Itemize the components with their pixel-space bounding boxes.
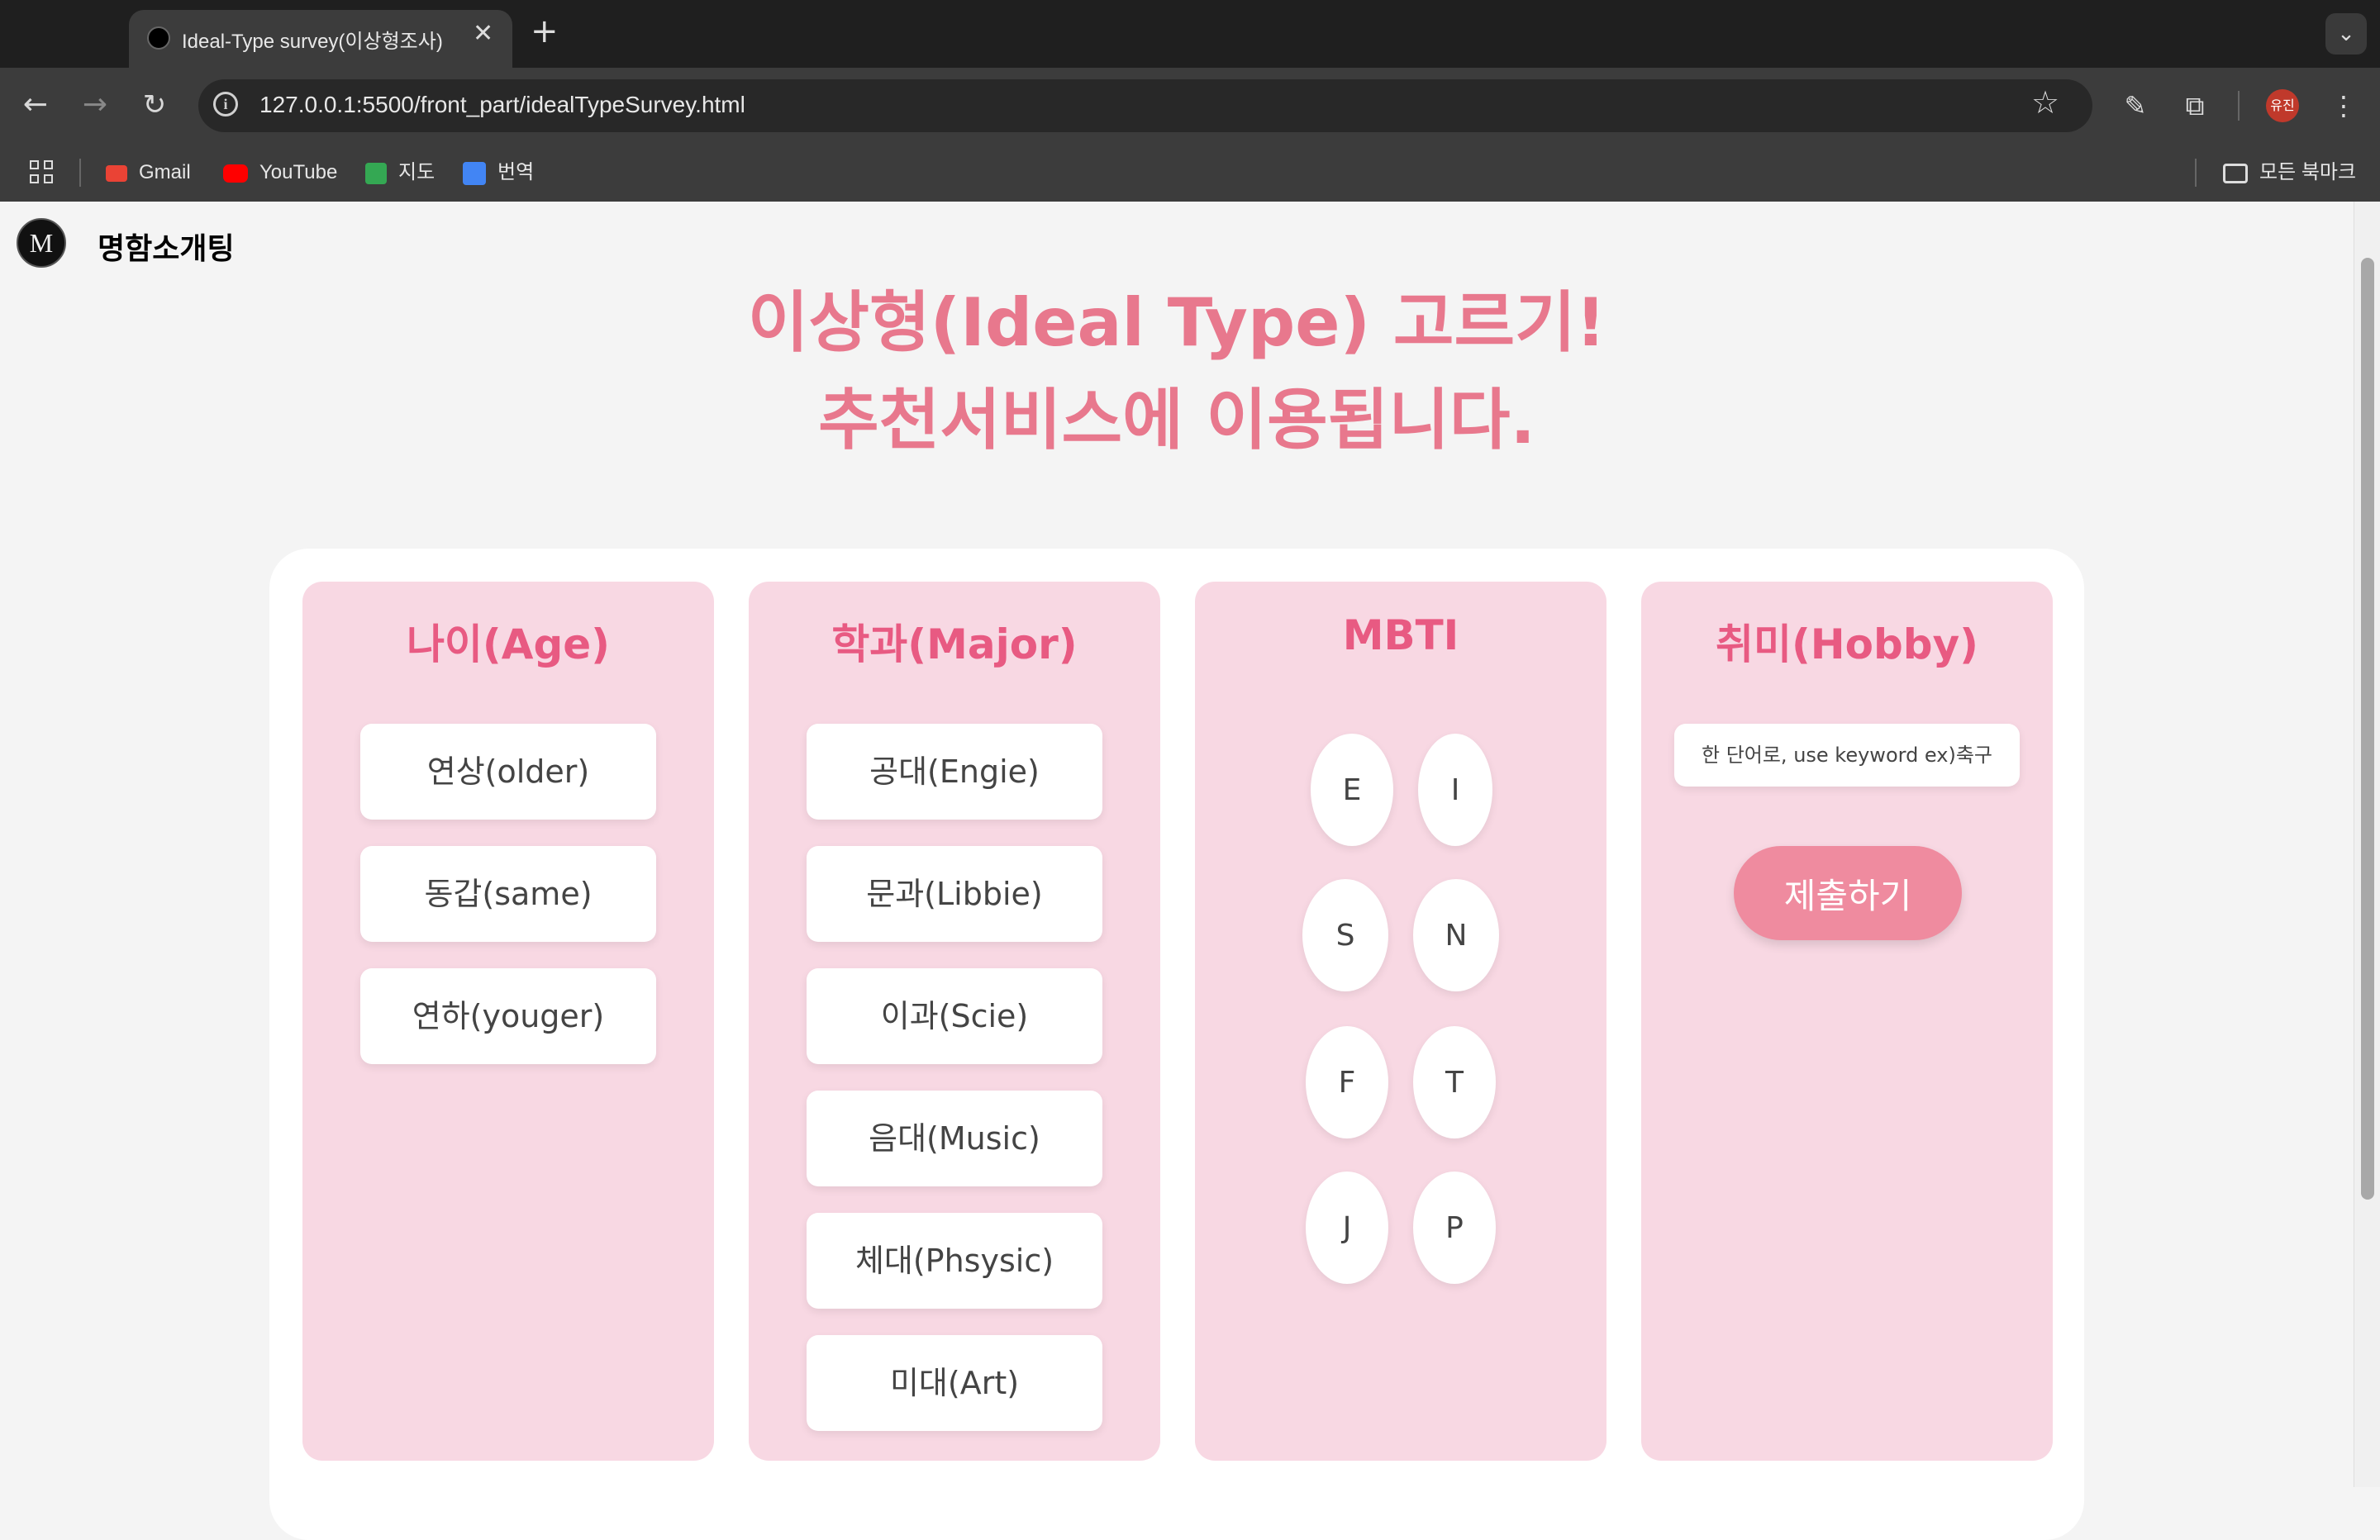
site-favicon-icon [147,26,170,50]
bookmark-youtube[interactable]: YouTube [223,157,337,188]
mbti-option-s[interactable]: S [1302,879,1388,991]
active-tab[interactable]: Ideal-Type survey(이상형조사) ✕ [129,10,512,68]
back-button[interactable]: ← [17,86,55,124]
headline-line-1: 이상형(Ideal Type) 고르기! [747,284,1606,361]
all-bookmarks[interactable]: 모든 북마크 [2223,157,2356,188]
reload-button[interactable]: ↻ [136,86,174,124]
hobby-keyword-input[interactable] [1674,724,2020,787]
age-option-same[interactable]: 동갑(same) [360,846,656,942]
brand-logo[interactable]: M [17,218,66,268]
major-option-liberal-arts[interactable]: 문과(Libbie) [807,846,1102,942]
bookmarks-divider [79,159,81,187]
hobby-title: 취미(Hobby) [1715,620,1979,668]
page-scrollbar[interactable] [2354,202,2380,1487]
mbti-option-p[interactable]: P [1413,1172,1496,1284]
mbti-option-i[interactable]: I [1418,734,1492,846]
apps-grid-icon[interactable] [30,160,55,185]
url-text[interactable]: 127.0.0.1:5500/front_part/idealTypeSurve… [259,92,745,118]
mbti-option-t[interactable]: T [1413,1026,1496,1138]
eyedropper-icon[interactable]: ✎ [2119,89,2152,122]
mbti-option-n[interactable]: N [1413,879,1499,991]
youtube-icon [223,164,248,183]
mbti-option-j[interactable]: J [1306,1172,1388,1284]
forward-button[interactable]: → [76,86,114,124]
address-bar[interactable]: i 127.0.0.1:5500/front_part/idealTypeSur… [198,79,2092,132]
major-option-music[interactable]: 음대(Music) [807,1091,1102,1186]
major-title: 학과(Major) [831,620,1078,668]
bookmarks-divider-right [2195,159,2197,187]
age-column: 나이(Age) 연상(older) 동갑(same) 연하(youger) [302,582,714,1461]
maps-icon [365,162,387,184]
page-viewport: M 명함소개팅 이상형(Ideal Type) 고르기! 추천서비스에 이용됩니… [0,202,2354,1540]
bookmark-maps[interactable]: 지도 [365,157,435,188]
gmail-icon [106,164,127,182]
mbti-option-f[interactable]: F [1306,1026,1388,1138]
brand-name: 명함소개팅 [98,232,235,266]
submit-button[interactable]: 제출하기 [1734,846,1962,940]
profile-avatar[interactable]: 유진 [2266,89,2299,122]
browser-tab-bar: Ideal-Type survey(이상형조사) ✕ + ⌄ [0,0,2380,68]
survey-card: 나이(Age) 연상(older) 동갑(same) 연하(youger) 학과… [269,549,2084,1540]
age-title: 나이(Age) [406,620,611,668]
browser-toolbar: ← → ↻ i 127.0.0.1:5500/front_part/idealT… [0,68,2380,144]
extensions-puzzle-icon[interactable]: ⧉ [2178,89,2211,122]
major-option-art[interactable]: 미대(Art) [807,1335,1102,1431]
major-option-engineering[interactable]: 공대(Engie) [807,724,1102,820]
toolbar-divider [2238,91,2240,121]
folder-icon [2223,163,2248,183]
mbti-title: MBTI [1342,611,1459,659]
age-option-younger[interactable]: 연하(youger) [360,968,656,1064]
bookmark-translate[interactable]: 번역 [463,157,534,188]
hobby-column: 취미(Hobby) 제출하기 [1641,582,2053,1461]
close-tab-icon[interactable]: ✕ [473,21,493,46]
scrollbar-thumb[interactable] [2361,258,2374,1200]
major-option-science[interactable]: 이과(Scie) [807,968,1102,1064]
major-option-physical[interactable]: 체대(Phsysic) [807,1213,1102,1309]
major-column: 학과(Major) 공대(Engie) 문과(Libbie) 이과(Scie) … [749,582,1160,1461]
page-headline: 이상형(Ideal Type) 고르기! 추천서비스에 이용됩니다. [0,274,2354,469]
tab-title: Ideal-Type survey(이상형조사) [182,31,443,53]
more-menu-icon[interactable]: ⋮ [2327,89,2360,122]
mbti-option-e[interactable]: E [1311,734,1393,846]
translate-icon [463,161,486,185]
new-tab-button[interactable]: + [531,15,559,48]
bookmark-gmail[interactable]: Gmail [106,157,191,188]
site-info-icon[interactable]: i [213,92,238,116]
mbti-column: MBTI E I S N F T J P [1195,582,1606,1461]
bookmarks-bar: Gmail YouTube 지도 번역 모든 북마크 [0,144,2380,202]
age-option-older[interactable]: 연상(older) [360,724,656,820]
tab-search-chevron-icon[interactable]: ⌄ [2325,13,2367,55]
bookmark-star-icon[interactable]: ☆ [2031,84,2059,121]
headline-line-2: 추천서비스에 이용됩니다. [818,382,1535,459]
